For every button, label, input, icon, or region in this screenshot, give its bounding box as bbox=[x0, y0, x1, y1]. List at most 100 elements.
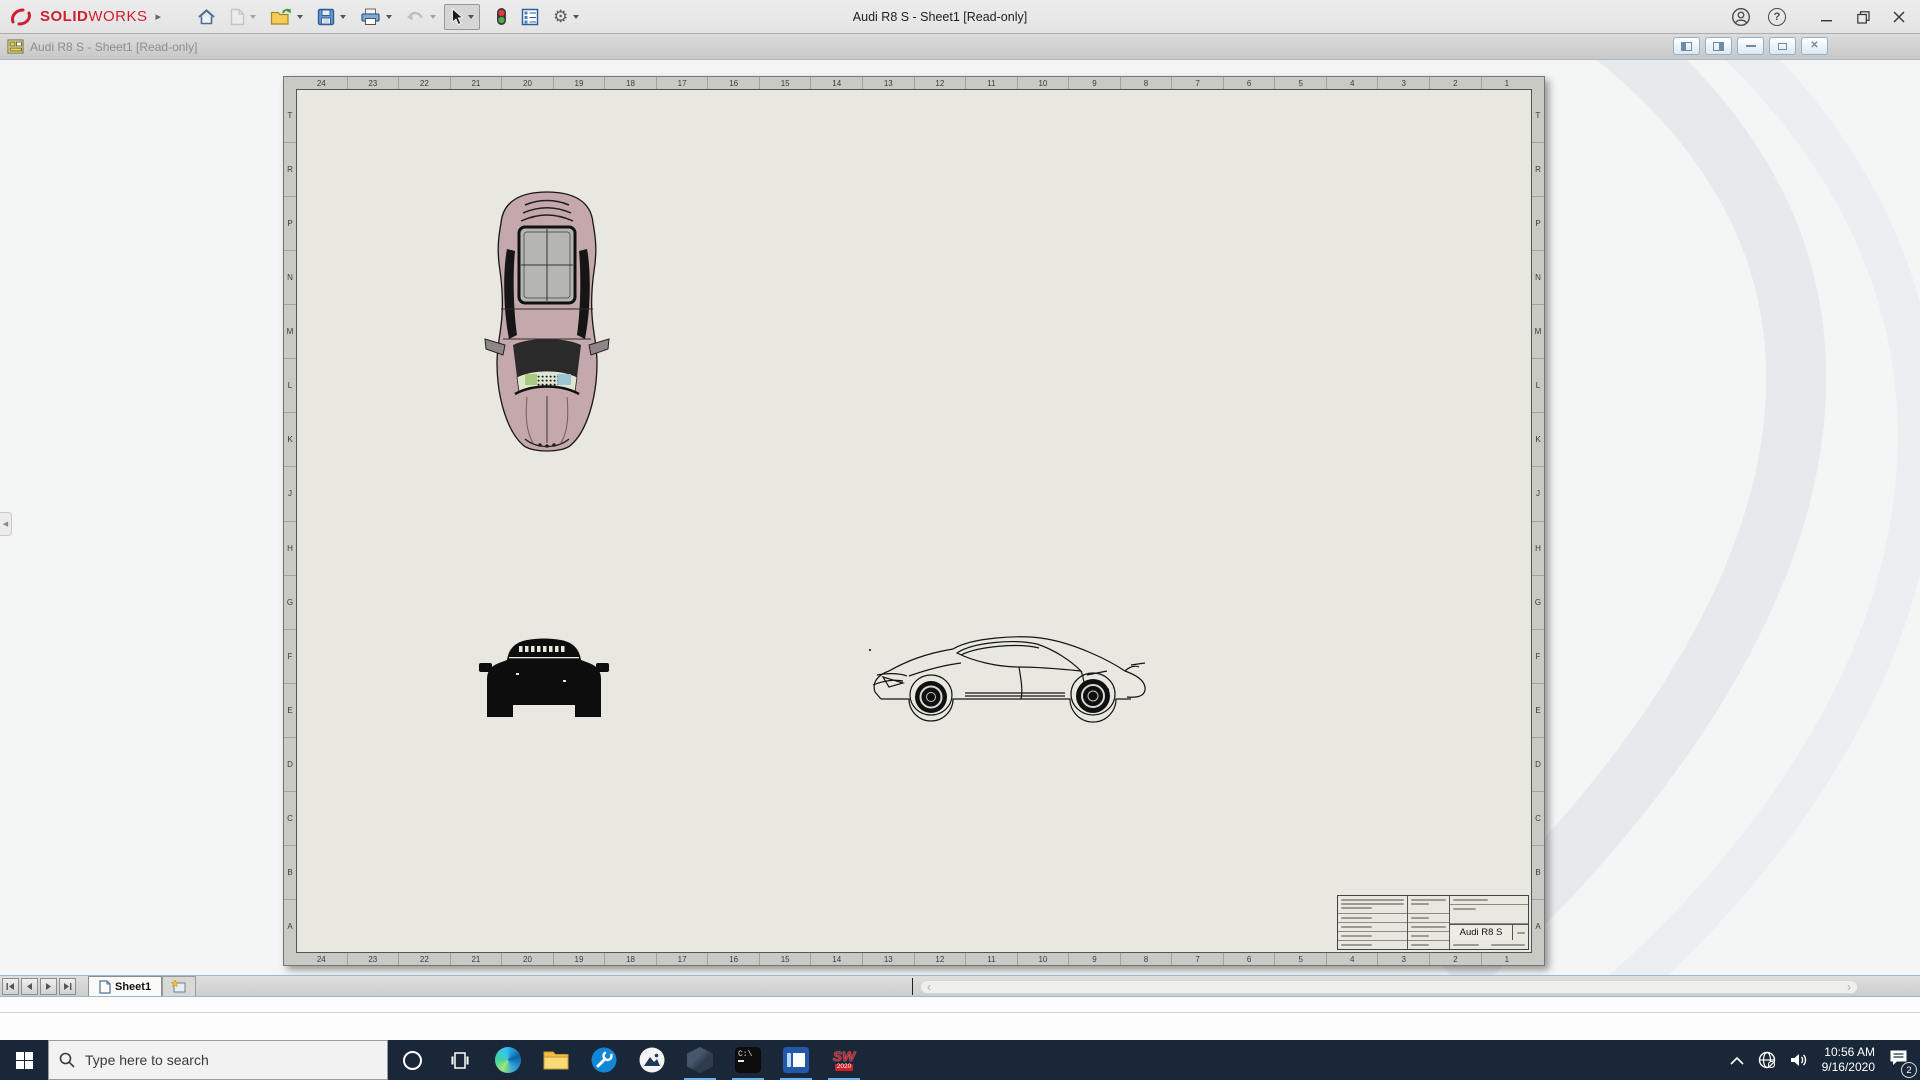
panel-left-icon bbox=[1681, 41, 1692, 51]
taskbar-app-tools[interactable] bbox=[580, 1040, 628, 1080]
tab-sheet1[interactable]: Sheet1 bbox=[88, 976, 163, 996]
home-icon bbox=[198, 8, 215, 24]
doc-close-button[interactable]: ✕ bbox=[1801, 37, 1828, 55]
select-tool-button[interactable] bbox=[444, 3, 481, 30]
last-sheet-button[interactable] bbox=[59, 977, 76, 995]
windows-taskbar: C:\ SW 2020 bbox=[0, 1040, 1920, 1080]
title-block-main: Audi R8 S bbox=[1450, 896, 1528, 949]
add-sheet-button[interactable] bbox=[162, 976, 197, 996]
scroll-right-icon[interactable]: › bbox=[1847, 981, 1851, 993]
help-button[interactable]: ? bbox=[1762, 2, 1792, 32]
screen: SOLIDWORKS ▸ ⚙ Audi R8 S - Sheet1 [Read-… bbox=[0, 0, 1920, 1080]
drawing-view-front[interactable] bbox=[479, 633, 609, 719]
doc-restore-button[interactable] bbox=[1769, 37, 1796, 55]
zone-label: M bbox=[284, 305, 296, 360]
toolbar-flyout-arrow[interactable]: ▸ bbox=[156, 10, 162, 23]
open-button[interactable] bbox=[264, 4, 309, 30]
taskbar-search[interactable] bbox=[48, 1040, 388, 1080]
zone-label: 20 bbox=[502, 953, 554, 965]
sheet-ruler-bottom: 24 23 22 21 20 19 18 17 16 15 14 13 12 11 10 9 8 7 6 5 4 3 2 1 bbox=[296, 953, 1532, 965]
zone-label: 9 bbox=[1069, 953, 1121, 965]
close-icon bbox=[1893, 11, 1905, 23]
zone-label: 8 bbox=[1121, 77, 1173, 89]
zone-label: 16 bbox=[708, 953, 760, 965]
prev-sheet-button[interactable] bbox=[21, 977, 38, 995]
toggle-right-panel-button[interactable] bbox=[1705, 37, 1732, 55]
task-view-button[interactable] bbox=[436, 1040, 484, 1080]
zone-label: 18 bbox=[605, 77, 657, 89]
select-cursor-icon bbox=[452, 7, 464, 25]
options-button[interactable]: ⚙ bbox=[547, 4, 585, 30]
last-sheet-icon bbox=[64, 982, 72, 990]
zone-label: C bbox=[284, 792, 296, 846]
close-button[interactable] bbox=[1884, 2, 1914, 32]
taskbar-app-edge[interactable] bbox=[484, 1040, 532, 1080]
toggle-left-panel-button[interactable] bbox=[1673, 37, 1700, 55]
print-button[interactable] bbox=[354, 4, 398, 30]
horizontal-scrollbar[interactable]: ‹ › bbox=[920, 980, 1858, 994]
tabbar-splitter[interactable] bbox=[912, 978, 913, 995]
network-globe-icon[interactable] bbox=[1758, 1051, 1776, 1069]
first-sheet-icon bbox=[6, 982, 14, 990]
rebuild-button[interactable] bbox=[490, 4, 513, 30]
app-titlebar: SOLIDWORKS ▸ ⚙ Audi R8 S - Sheet1 [Read-… bbox=[0, 0, 1920, 34]
title-block-finish bbox=[1407, 896, 1450, 949]
home-button[interactable] bbox=[191, 4, 222, 30]
restore-button[interactable] bbox=[1848, 2, 1878, 32]
tray-chevron-icon[interactable] bbox=[1730, 1056, 1744, 1065]
zone-label: K bbox=[1532, 413, 1544, 468]
search-input[interactable] bbox=[85, 1052, 345, 1068]
taskbar-app-solidworks[interactable]: SW 2020 bbox=[820, 1040, 868, 1080]
drawing-view-top[interactable] bbox=[481, 187, 613, 463]
tools-icon bbox=[591, 1047, 617, 1073]
volume-icon[interactable] bbox=[1790, 1052, 1808, 1068]
minimize-icon bbox=[1821, 20, 1832, 22]
zone-label: H bbox=[1532, 522, 1544, 576]
zone-label: 21 bbox=[451, 77, 503, 89]
title-block-title: Audi R8 S bbox=[1450, 925, 1512, 940]
notification-center-button[interactable]: 2 bbox=[1889, 1049, 1917, 1078]
zone-label: H bbox=[284, 522, 296, 576]
next-sheet-button[interactable] bbox=[40, 977, 57, 995]
doc-minimize-button[interactable] bbox=[1737, 37, 1764, 55]
minimize-button[interactable] bbox=[1812, 2, 1842, 32]
zone-label: 20 bbox=[502, 77, 554, 89]
account-button[interactable] bbox=[1726, 2, 1756, 32]
account-icon bbox=[1731, 7, 1751, 27]
zone-label: B bbox=[284, 846, 296, 900]
sheet-paper[interactable]: Audi R8 S bbox=[296, 89, 1532, 953]
zone-label: 1 bbox=[1504, 78, 1510, 88]
zone-label: 23 bbox=[348, 77, 400, 89]
solidworks-mark-icon bbox=[11, 8, 31, 25]
taskbar-app-photos[interactable] bbox=[628, 1040, 676, 1080]
zone-label: 2 bbox=[1430, 77, 1482, 89]
bom-table-button[interactable] bbox=[515, 4, 545, 30]
drawing-document-icon bbox=[7, 39, 24, 54]
cortana-button[interactable] bbox=[388, 1040, 436, 1080]
undo-button bbox=[400, 4, 442, 30]
start-button[interactable] bbox=[0, 1040, 48, 1080]
panel-collapse-arrow[interactable]: ◀ bbox=[0, 512, 12, 536]
first-sheet-button[interactable] bbox=[2, 977, 19, 995]
open-folder-icon bbox=[270, 8, 292, 25]
zone-label: 7 bbox=[1172, 953, 1224, 965]
zone-label: L bbox=[284, 359, 296, 414]
help-icon: ? bbox=[1768, 8, 1786, 26]
taskbar-app-command-prompt[interactable]: C:\ bbox=[724, 1040, 772, 1080]
bom-table-icon bbox=[521, 8, 539, 25]
taskbar-app-media[interactable] bbox=[772, 1040, 820, 1080]
zone-label: 19 bbox=[554, 953, 606, 965]
panel-right-icon bbox=[1713, 41, 1724, 51]
drawing-sheet[interactable]: 24 23 22 21 20 19 18 17 16 15 14 13 12 11 10 9 8 7 6 5 4 3 2 1 … bbox=[283, 76, 1545, 966]
drawing-view-side[interactable] bbox=[869, 629, 1153, 723]
save-button[interactable] bbox=[311, 4, 352, 30]
cortana-icon bbox=[402, 1050, 422, 1070]
clock[interactable]: 10:56 AM 9/16/2020 bbox=[1822, 1045, 1875, 1075]
title-block: Audi R8 S bbox=[1337, 895, 1529, 950]
solidworks-logo[interactable]: SOLIDWORKS bbox=[10, 7, 148, 27]
taskbar-app-file-explorer[interactable] bbox=[532, 1040, 580, 1080]
scroll-left-icon[interactable]: ‹ bbox=[927, 981, 931, 993]
graphics-area[interactable]: ◀ 24 23 22 21 20 19 18 17 16 15 14 13 12 11 10 9 8 7 6 5 4 3 2… bbox=[0, 60, 1920, 975]
taskbar-app-hexagon[interactable] bbox=[676, 1040, 724, 1080]
edge-icon bbox=[495, 1047, 521, 1073]
